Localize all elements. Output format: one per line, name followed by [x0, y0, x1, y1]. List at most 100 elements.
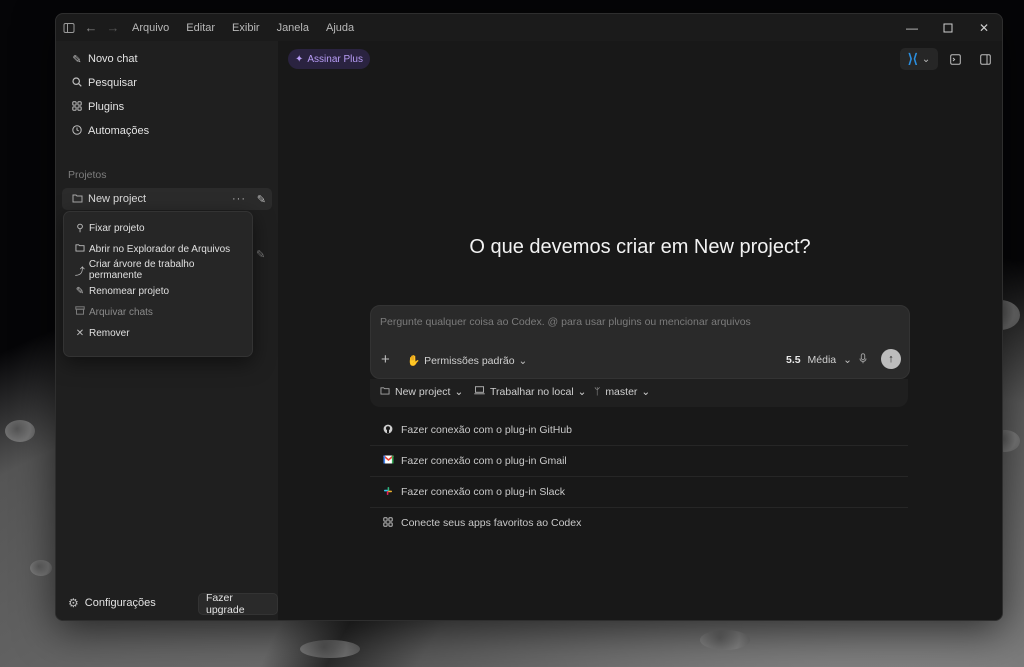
main-panel: ✦ Assinar Plus ⟩⟨ ⌄ O que devemos criar … — [278, 41, 1002, 620]
sparkle-icon: ✦ — [295, 53, 304, 65]
permissions-label: Permissões padrão — [424, 354, 515, 367]
menu-item-label: Criar árvore de trabalho permanente — [88, 259, 195, 281]
window-controls: — ✕ — [894, 14, 1002, 41]
folder-icon — [71, 243, 89, 255]
terminal-icon[interactable] — [944, 48, 966, 70]
chevron-down-icon: ⌄ — [518, 354, 528, 367]
settings-label: Configurações — [84, 597, 156, 609]
projects-section-label: Projetos — [68, 169, 107, 181]
worktree-icon: ⤴ — [74, 266, 85, 278]
menu-item-label: Remover — [89, 327, 130, 339]
edit-icon: ✎ — [72, 53, 82, 66]
sidebar-item-project[interactable]: New project ··· ✎ — [62, 188, 272, 210]
menu-item-archive-chats: Arquivar chats — [67, 302, 249, 322]
sidebar-item-plugins[interactable]: Plugins — [62, 96, 272, 118]
sidebar-item-new-chat[interactable]: ✎ Novo chat — [62, 48, 272, 70]
chevron-down-icon: ⌄ — [454, 386, 464, 398]
prompt-input[interactable]: Pergunte qualquer coisa ao Codex. @ para… — [380, 316, 751, 328]
suggestion-label: Fazer conexão com o plug-in Slack — [401, 486, 565, 498]
subscribe-plus-button[interactable]: ✦ Assinar Plus — [288, 49, 370, 69]
menu-item-label: Abrir no Explorador de Arquivos — [89, 243, 231, 255]
close-window-icon[interactable]: ✕ — [966, 14, 1002, 41]
menu-janela[interactable]: Janela — [277, 22, 309, 34]
menu-item-rename-project[interactable]: ✎ Renomear projeto — [67, 281, 249, 301]
pencil-icon: ✎ — [75, 285, 85, 297]
chevron-down-icon: ⌄ — [921, 53, 931, 65]
model-effort: Média — [807, 354, 837, 366]
folder-icon — [66, 193, 88, 206]
hand-icon: ✋ — [407, 355, 421, 367]
app-window: ← → Arquivo Editar Exibir Janela Ajuda —… — [55, 13, 1003, 621]
gmail-icon — [380, 455, 396, 467]
suggestion-connect-apps[interactable]: Conecte seus apps favoritos ao Codex — [370, 508, 908, 538]
menu-item-label: Arquivar chats — [89, 306, 153, 318]
menu-item-create-worktree[interactable]: ⤴ Criar árvore de trabalho permanente — [67, 259, 249, 281]
sidebar-item-search[interactable]: Pesquisar — [62, 72, 272, 94]
send-button[interactable]: ↑ — [881, 349, 901, 369]
title-bar: ← → Arquivo Editar Exibir Janela Ajuda —… — [56, 14, 1002, 41]
close-icon: ✕ — [75, 327, 85, 339]
apps-icon — [380, 516, 396, 530]
forward-arrow-icon[interactable]: → — [102, 17, 124, 39]
model-dropdown[interactable]: 5.5 Média ⌄ — [786, 354, 852, 366]
archive-icon — [71, 306, 89, 318]
folder-icon — [380, 386, 390, 398]
menu-editar[interactable]: Editar — [186, 22, 215, 34]
suggestion-slack[interactable]: Fazer conexão com o plug-in Slack — [370, 477, 908, 508]
suggestion-github[interactable]: Fazer conexão com o plug-in GitHub — [370, 415, 908, 446]
menu-item-remove[interactable]: ✕ Remover — [67, 323, 249, 343]
menu-item-label: Renomear projeto — [89, 285, 170, 297]
menu-arquivo[interactable]: Arquivo — [132, 22, 169, 34]
branch-icon: ᛘ — [594, 386, 601, 398]
sidebar-item-label: Novo chat — [88, 53, 138, 65]
sidebar: ✎ Novo chat Pesquisar Plugins Automações… — [56, 41, 278, 620]
maximize-icon[interactable] — [930, 14, 966, 41]
open-in-vscode-button[interactable]: ⟩⟨ ⌄ — [900, 48, 938, 70]
sidebar-item-label: Automações — [88, 125, 150, 137]
prompt-composer[interactable]: Pergunte qualquer coisa ao Codex. @ para… — [370, 305, 910, 379]
project-selector[interactable]: New project ⌄ — [380, 386, 463, 398]
menu-item-open-explorer[interactable]: Abrir no Explorador de Arquivos — [67, 239, 249, 259]
menu-bar: Arquivo Editar Exibir Janela Ajuda — [132, 22, 371, 34]
back-arrow-icon[interactable]: ← — [80, 17, 102, 39]
subscribe-plus-label: Assinar Plus — [307, 53, 363, 65]
new-chat-in-project-icon[interactable]: ✎ — [257, 193, 266, 206]
location-selector-label: Trabalhar no local — [490, 386, 574, 398]
more-options-icon[interactable]: ··· — [232, 193, 246, 205]
model-version: 5.5 — [786, 354, 801, 366]
location-selector[interactable]: Trabalhar no local ⌄ — [474, 386, 586, 398]
sidebar-toggle-icon[interactable] — [58, 17, 80, 39]
pin-icon: ⚲ — [76, 222, 84, 234]
branch-selector-label: master — [605, 386, 638, 398]
suggestion-label: Fazer conexão com o plug-in GitHub — [401, 424, 572, 436]
vscode-icon: ⟩⟨ — [907, 51, 918, 66]
project-selector-label: New project — [395, 386, 451, 398]
github-icon — [380, 424, 396, 437]
suggestion-label: Fazer conexão com o plug-in Gmail — [401, 455, 567, 467]
sidebar-item-label: Pesquisar — [88, 77, 137, 89]
menu-item-label: Fixar projeto — [89, 222, 145, 234]
chevron-down-icon: ⌄ — [843, 354, 852, 366]
suggestion-gmail[interactable]: Fazer conexão com o plug-in Gmail — [370, 446, 908, 477]
plugins-icon — [66, 100, 88, 114]
sidebar-item-automations[interactable]: Automações — [62, 120, 272, 142]
context-bar: New project ⌄ Trabalhar no local ⌄ ᛘ mas… — [370, 379, 908, 407]
menu-ajuda[interactable]: Ajuda — [326, 22, 354, 34]
menu-item-pin-project[interactable]: ⚲ Fixar projeto — [67, 218, 249, 238]
settings-button[interactable]: ⚙ Configurações — [68, 596, 156, 610]
edit-icon[interactable]: ✎ — [256, 248, 265, 261]
slack-icon — [380, 486, 396, 499]
gear-icon: ⚙ — [68, 596, 79, 610]
minimize-icon[interactable]: — — [894, 14, 930, 41]
chevron-down-icon: ⌄ — [577, 386, 587, 398]
microphone-icon[interactable] — [859, 353, 867, 367]
branch-selector[interactable]: ᛘ master ⌄ — [594, 386, 650, 398]
upgrade-button[interactable]: Fazer upgrade — [198, 592, 278, 616]
page-title: O que devemos criar em New project? — [469, 236, 811, 258]
suggestion-label: Conecte seus apps favoritos ao Codex — [401, 517, 582, 529]
panel-toggle-icon[interactable] — [974, 48, 996, 70]
permissions-dropdown[interactable]: ✋ Permissões padrão ⌄ — [407, 354, 528, 368]
sidebar-item-label: Plugins — [88, 101, 125, 113]
menu-exibir[interactable]: Exibir — [232, 22, 260, 34]
add-attachment-icon[interactable]: + — [381, 351, 390, 368]
